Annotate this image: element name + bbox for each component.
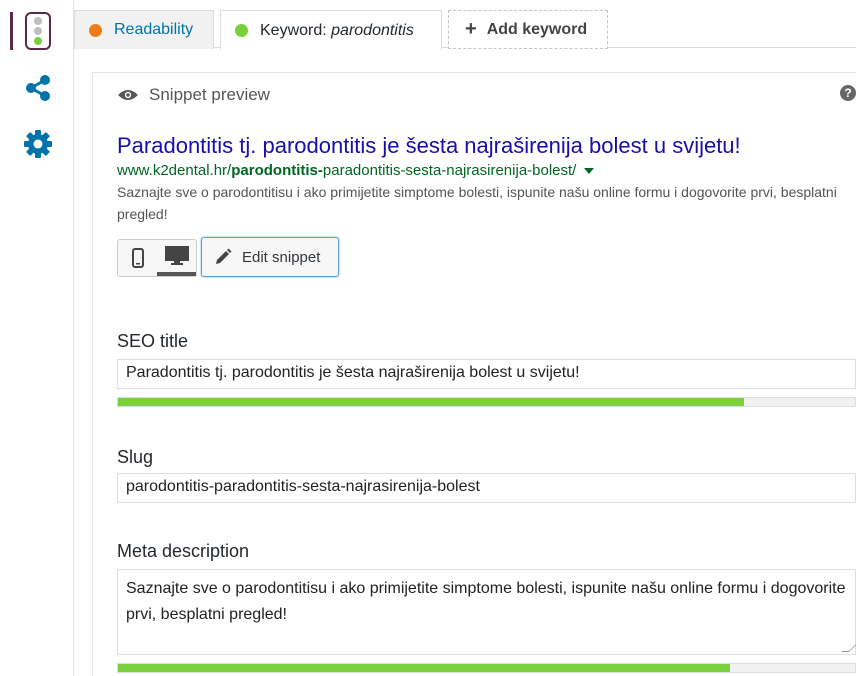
gear-icon[interactable] <box>22 128 54 160</box>
tab-keyword-prefix: Keyword: <box>260 21 332 39</box>
desktop-icon <box>164 246 189 265</box>
snippet-url-rest: paradontitis-sesta-najrasirenija-bolest/ <box>322 162 577 179</box>
meta-description-label: Meta description <box>117 541 250 561</box>
snippet-description[interactable]: Saznajte sve o parodontitisu i ako primi… <box>117 181 847 225</box>
analysis-tabs: Readability Keyword: parodontitis + Add … <box>74 10 856 50</box>
tab-keyword-value: parodontitis <box>331 21 414 39</box>
resize-handle-icon[interactable] <box>841 644 856 652</box>
share-icon[interactable] <box>22 72 54 104</box>
preview-mode-toggle <box>117 239 197 277</box>
eye-icon <box>118 90 138 100</box>
snippet-url-bold: parodontitis- <box>231 162 323 179</box>
slug-input[interactable]: parodontitis-paradontitis-sesta-najrasir… <box>117 473 856 503</box>
orange-dot-icon <box>89 23 102 37</box>
snippet-preview-label: Snippet preview <box>149 85 270 104</box>
meta-description-progress <box>117 663 856 673</box>
snippet-editor-panel: Snippet preview ? Paradontitis tj. parod… <box>92 72 856 676</box>
add-keyword-button[interactable]: + Add keyword <box>448 10 608 49</box>
tab-readability[interactable]: Readability <box>74 10 214 49</box>
meta-description-textarea[interactable]: Saznajte sve o parodontitisu i ako primi… <box>117 569 856 655</box>
pencil-icon <box>216 248 232 264</box>
seo-title-progress-fill <box>118 398 745 406</box>
mobile-preview-button[interactable] <box>118 240 157 276</box>
snippet-title[interactable]: Paradontitis tj. parodontitis je šesta n… <box>117 133 741 159</box>
snippet-url-base: www.k2dental.hr/ <box>117 162 232 179</box>
metabox-sidebar <box>0 0 74 676</box>
tab-keyword[interactable]: Keyword: parodontitis <box>220 10 442 50</box>
seo-title-input[interactable]: Paradontitis tj. parodontitis je šesta n… <box>117 359 856 389</box>
slug-label: Slug <box>117 447 154 467</box>
seo-title-progress <box>117 397 856 407</box>
plus-icon: + <box>465 18 477 40</box>
caret-down-icon <box>584 168 595 175</box>
desktop-preview-button[interactable] <box>157 240 196 276</box>
mobile-icon <box>131 248 144 268</box>
help-icon[interactable]: ? <box>840 85 856 101</box>
snippet-url[interactable]: www.k2dental.hr/parodontitis-paradontiti… <box>117 162 595 179</box>
edit-snippet-label: Edit snippet <box>242 248 321 266</box>
tab-readability-label: Readability <box>114 21 194 38</box>
edit-snippet-button[interactable]: Edit snippet <box>201 237 339 277</box>
seo-title-label: SEO title <box>117 331 189 351</box>
meta-description-text: Saznajte sve o parodontitisu i ako primi… <box>126 580 846 623</box>
active-indicator <box>10 12 13 50</box>
meta-description-progress-fill <box>118 664 730 672</box>
traffic-light-icon[interactable] <box>25 12 51 50</box>
add-keyword-label: Add keyword <box>486 20 588 38</box>
green-dot-icon <box>235 24 248 37</box>
snippet-preview-heading: Snippet preview <box>117 85 270 105</box>
